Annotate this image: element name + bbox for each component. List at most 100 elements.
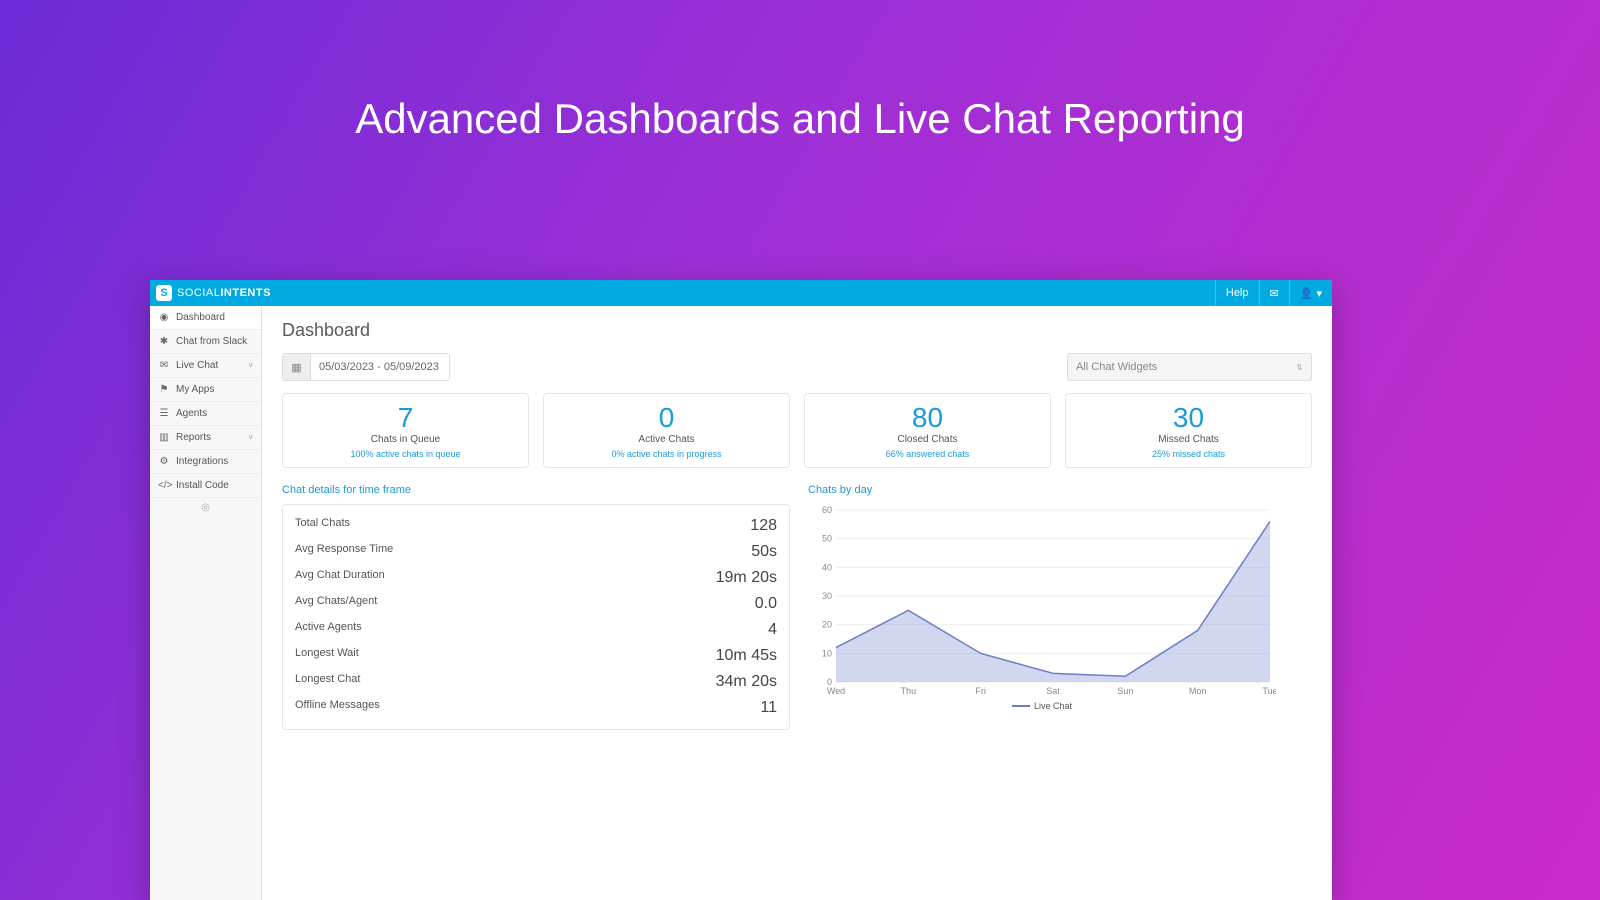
svg-text:Fri: Fri xyxy=(975,686,986,696)
stat-label: Chats in Queue xyxy=(289,434,522,445)
detail-row: Longest Chat 34m 20s xyxy=(295,669,777,695)
chart-section-title: Chats by day xyxy=(808,484,1312,496)
sidebar-item-chat-from-slack[interactable]: ✱ Chat from Slack xyxy=(150,330,261,354)
detail-value: 50s xyxy=(751,543,777,561)
sidebar-item-label: Dashboard xyxy=(176,312,225,323)
detail-label: Longest Wait xyxy=(295,647,359,665)
chat-icon: ✉ xyxy=(158,360,170,371)
stat-value: 80 xyxy=(811,404,1044,432)
agents-icon: ☰ xyxy=(158,408,170,419)
sidebar-item-label: Integrations xyxy=(176,456,228,467)
stat-card-missed-chats: 30 Missed Chats 25% missed chats xyxy=(1065,393,1312,468)
sidebar-item-label: Live Chat xyxy=(176,360,218,371)
detail-label: Total Chats xyxy=(295,517,350,535)
stat-sublabel: 100% active chats in queue xyxy=(289,449,522,459)
chevron-down-icon: ˅ xyxy=(248,433,253,442)
sidebar-item-install-code[interactable]: </> Install Code xyxy=(150,474,261,498)
main-content: Dashboard ▦ 05/03/2023 - 05/09/2023 All … xyxy=(262,306,1332,900)
date-range-picker[interactable]: ▦ 05/03/2023 - 05/09/2023 xyxy=(282,353,450,381)
stat-sublabel: 25% missed chats xyxy=(1072,449,1305,459)
stat-value: 30 xyxy=(1072,404,1305,432)
svg-text:50: 50 xyxy=(822,534,832,544)
mail-icon[interactable]: ✉ xyxy=(1259,280,1289,306)
detail-value: 34m 20s xyxy=(716,673,777,691)
user-menu[interactable]: 👤 ▾ xyxy=(1289,280,1332,306)
svg-text:Thu: Thu xyxy=(901,686,917,696)
chats-by-day-chart: 0102030405060WedThuFriSatSunMonTueLive C… xyxy=(808,504,1276,714)
svg-text:30: 30 xyxy=(822,591,832,601)
sidebar-item-agents[interactable]: ☰ Agents xyxy=(150,402,261,426)
select-caret-icon: ⇅ xyxy=(1296,363,1303,372)
detail-row: Offline Messages 11 xyxy=(295,695,777,721)
app-window: S SOCIALINTENTS Help ✉ 👤 ▾ ◉ Dashboard ✱… xyxy=(150,280,1332,900)
sidebar-collapse-button[interactable]: ◎ xyxy=(150,498,261,517)
svg-text:Tue: Tue xyxy=(1262,686,1276,696)
detail-value: 128 xyxy=(750,517,777,535)
stat-label: Missed Chats xyxy=(1072,434,1305,445)
help-button[interactable]: Help xyxy=(1215,280,1259,306)
dashboard-icon: ◉ xyxy=(158,312,170,323)
reports-icon: ▥ xyxy=(158,432,170,443)
detail-label: Avg Response Time xyxy=(295,543,393,561)
sidebar-item-label: Agents xyxy=(176,408,207,419)
stat-value: 7 xyxy=(289,404,522,432)
stat-sublabel: 0% active chats in progress xyxy=(550,449,783,459)
sidebar-item-label: Chat from Slack xyxy=(176,336,247,347)
detail-row: Avg Chats/Agent 0.0 xyxy=(295,591,777,617)
brand-logo[interactable]: S SOCIALINTENTS xyxy=(150,285,271,301)
svg-text:40: 40 xyxy=(822,562,832,572)
svg-text:60: 60 xyxy=(822,505,832,515)
calendar-icon: ▦ xyxy=(283,354,311,380)
hero-title: Advanced Dashboards and Live Chat Report… xyxy=(0,0,1600,143)
svg-text:Wed: Wed xyxy=(827,686,845,696)
page-title: Dashboard xyxy=(282,320,1312,341)
sidebar-item-integrations[interactable]: ⚙ Integrations xyxy=(150,450,261,474)
stat-card-active-chats: 0 Active Chats 0% active chats in progre… xyxy=(543,393,790,468)
sidebar-item-label: My Apps xyxy=(176,384,214,395)
detail-row: Total Chats 128 xyxy=(295,513,777,539)
code-icon: </> xyxy=(158,480,170,491)
svg-text:20: 20 xyxy=(822,620,832,630)
stat-cards-row: 7 Chats in Queue 100% active chats in qu… xyxy=(282,393,1312,468)
detail-row: Avg Chat Duration19m 20s xyxy=(295,565,777,591)
detail-label: Avg Chats/Agent xyxy=(295,595,377,613)
svg-text:10: 10 xyxy=(822,648,832,658)
detail-row: Longest Wait 10m 45s xyxy=(295,643,777,669)
stat-sublabel: 66% answered chats xyxy=(811,449,1044,459)
stat-card-chats-in-queue: 7 Chats in Queue 100% active chats in qu… xyxy=(282,393,529,468)
sidebar-item-label: Reports xyxy=(176,432,211,443)
stat-label: Closed Chats xyxy=(811,434,1044,445)
slack-icon: ✱ xyxy=(158,336,170,347)
detail-row: Active Agents 4 xyxy=(295,617,777,643)
stat-label: Active Chats xyxy=(550,434,783,445)
detail-value: 11 xyxy=(760,699,777,717)
sidebar-item-dashboard[interactable]: ◉ Dashboard xyxy=(150,306,261,330)
apps-icon: ⚑ xyxy=(158,384,170,395)
sidebar-item-reports[interactable]: ▥ Reports ˅ xyxy=(150,426,261,450)
detail-value: 4 xyxy=(768,621,777,639)
stat-card-closed-chats: 80 Closed Chats 66% answered chats xyxy=(804,393,1051,468)
svg-text:Sun: Sun xyxy=(1117,686,1133,696)
sidebar-item-live-chat[interactable]: ✉ Live Chat ˅ xyxy=(150,354,261,378)
detail-value: 10m 45s xyxy=(716,647,777,665)
sidebar-item-label: Install Code xyxy=(176,480,229,491)
details-section-title: Chat details for time frame xyxy=(282,484,790,496)
integrations-icon: ⚙ xyxy=(158,456,170,467)
sidebar-item-my-apps[interactable]: ⚑ My Apps xyxy=(150,378,261,402)
topbar: S SOCIALINTENTS Help ✉ 👤 ▾ xyxy=(150,280,1332,306)
detail-value: 0.0 xyxy=(755,595,777,613)
svg-text:Sat: Sat xyxy=(1046,686,1060,696)
stat-value: 0 xyxy=(550,404,783,432)
widget-select[interactable]: All Chat Widgets ⇅ xyxy=(1067,353,1312,381)
details-card: Total Chats 128 Avg Response Time 50s Avg Ch… xyxy=(282,504,790,730)
detail-label: Offline Messages xyxy=(295,699,380,717)
date-range-value: 05/03/2023 - 05/09/2023 xyxy=(311,361,439,373)
sidebar: ◉ Dashboard ✱ Chat from Slack ✉ Live Cha… xyxy=(150,306,262,900)
detail-row: Avg Response Time 50s xyxy=(295,539,777,565)
chevron-down-icon: ˅ xyxy=(248,361,253,370)
detail-label: Active Agents xyxy=(295,621,362,639)
logo-text: SOCIALINTENTS xyxy=(177,287,271,299)
detail-label: Longest Chat xyxy=(295,673,360,691)
svg-text:Mon: Mon xyxy=(1189,686,1207,696)
logo-icon: S xyxy=(156,285,172,301)
